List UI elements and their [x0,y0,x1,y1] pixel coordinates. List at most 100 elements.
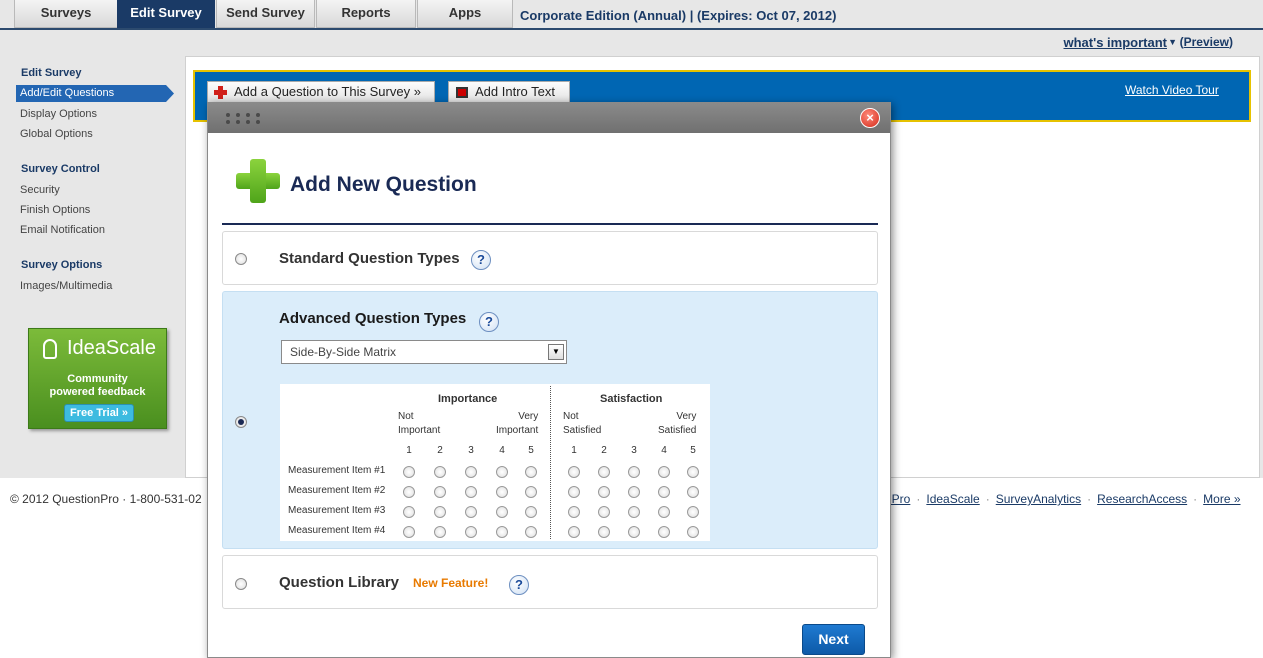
drag-handle-icon[interactable] [226,113,262,125]
ad-tagline-line2: powered feedback [49,386,146,398]
matrix-radio [568,486,580,498]
sidebar-item-add-edit-questions[interactable]: Add/Edit Questions [16,85,174,102]
footer-separator: · [1193,492,1198,506]
radio-library[interactable] [235,578,247,590]
matrix-radio [658,466,670,478]
matrix-group-importance: Importance [438,393,498,405]
dropdown-arrow-icon[interactable]: ▼ [1168,37,1177,47]
sidebar-item-security[interactable]: Security [20,184,60,196]
whats-important-link[interactable]: what's important [1064,35,1168,50]
matrix-radio [628,466,640,478]
matrix-radio [465,506,477,518]
matrix-label-text: Not [563,411,579,422]
matrix-radio [496,526,508,538]
intro-text-icon [456,87,468,98]
matrix-row-label: Measurement Item #2 [288,485,386,496]
sub-bar: what's important ▼ (Preview) [0,30,1263,54]
matrix-radio [496,486,508,498]
sidebar-item-display-options[interactable]: Display Options [20,108,97,120]
modal-header[interactable]: × [208,103,890,133]
option-advanced-question-types[interactable]: Advanced Question Types ? Side-By-Side M… [222,291,878,549]
footer-link-more[interactable]: More » [1203,492,1240,506]
footer-link-ideascale[interactable]: IdeaScale [926,492,979,506]
matrix-scale-number: 5 [690,445,696,456]
matrix-scale-number: 1 [571,445,577,456]
footer-link-surveyanalytics[interactable]: SurveyAnalytics [996,492,1081,506]
tab-surveys[interactable]: Surveys [14,0,118,28]
matrix-radio [465,466,477,478]
add-intro-text-label: Add Intro Text [475,84,555,99]
matrix-radio [628,506,640,518]
matrix-radio [568,526,580,538]
chevron-down-icon[interactable]: ▼ [548,344,564,360]
matrix-scale-number: 3 [468,445,474,456]
option-standard-question-types[interactable]: Standard Question Types ? [222,231,878,285]
advanced-type-select[interactable]: Side-By-Side Matrix ▼ [281,340,567,364]
matrix-radio [628,526,640,538]
ideascale-logo: IdeaScale [67,337,156,359]
matrix-radio [525,486,537,498]
free-trial-button[interactable]: Free Trial » [64,404,134,422]
tab-send-survey[interactable]: Send Survey [216,0,315,28]
matrix-label-very-important: Very Important [496,410,538,438]
matrix-radio [403,486,415,498]
matrix-radio [598,486,610,498]
help-icon[interactable]: ? [471,250,491,270]
preview-link[interactable]: (Preview) [1180,35,1233,49]
new-feature-badge: New Feature! [413,576,489,590]
matrix-radio [465,486,477,498]
help-icon[interactable]: ? [509,575,529,595]
sidebar-item-images-multimedia[interactable]: Images/Multimedia [20,280,112,292]
green-plus-icon [236,159,280,203]
matrix-label-not-important: Not Important [398,410,440,438]
matrix-scale-number: 4 [661,445,667,456]
matrix-radio [658,506,670,518]
watch-video-tour-link[interactable]: Watch Video Tour [1125,83,1219,97]
matrix-scale-number: 1 [406,445,412,456]
matrix-radio [658,486,670,498]
next-button[interactable]: Next [802,624,865,655]
matrix-radio [525,526,537,538]
option-label-standard: Standard Question Types [279,250,460,267]
matrix-label-text: Satisfied [563,425,602,436]
matrix-row-label: Measurement Item #1 [288,465,386,476]
matrix-radio [687,466,699,478]
close-icon[interactable]: × [860,108,880,128]
sidebar-item-global-options[interactable]: Global Options [20,128,93,140]
matrix-radio [403,466,415,478]
matrix-radio [687,486,699,498]
matrix-label-text: Important [398,425,441,436]
option-label-advanced: Advanced Question Types [279,310,467,327]
ideascale-ad[interactable]: IdeaScale Community powered feedback Fre… [28,328,167,429]
matrix-radio [496,506,508,518]
tab-apps[interactable]: Apps [417,0,513,28]
tab-edit-survey[interactable]: Edit Survey [117,0,215,28]
help-icon[interactable]: ? [479,312,499,332]
add-intro-text-button[interactable]: Add Intro Text [448,81,570,103]
tab-reports[interactable]: Reports [316,0,416,28]
radio-standard[interactable] [235,253,247,265]
matrix-radio [687,506,699,518]
matrix-label-not-satisfied: Not Satisfied [563,410,601,438]
add-question-modal: × Add New Question Standard Question Typ… [207,102,891,658]
sidebar-item-finish-options[interactable]: Finish Options [20,204,90,216]
matrix-scale-number: 4 [499,445,505,456]
footer-link-researchaccess[interactable]: ResearchAccess [1097,492,1187,506]
matrix-radio [568,506,580,518]
matrix-radio [525,466,537,478]
top-nav: Surveys Edit Survey Send Survey Reports … [0,0,1263,30]
option-question-library[interactable]: Question Library New Feature! ? [222,555,878,609]
sidebar-heading-survey-options: Survey Options [21,259,103,271]
sidebar-heading-edit-survey: Edit Survey [21,67,82,79]
footer-links: nPro · IdeaScale · SurveyAnalytics · ResearchA… [885,492,1241,506]
matrix-scale-number: 3 [631,445,637,456]
sidebar-heading-survey-control: Survey Control [21,163,100,175]
preview-link-label[interactable]: Preview [1184,35,1229,49]
matrix-label-text: Very [676,411,697,422]
advanced-type-select-value: Side-By-Side Matrix [290,345,397,359]
sidebar-item-email-notification[interactable]: Email Notification [20,224,105,236]
radio-advanced[interactable] [235,416,247,428]
add-question-button[interactable]: Add a Question to This Survey » [207,81,435,103]
matrix-scale-number: 2 [437,445,443,456]
matrix-radio [496,466,508,478]
